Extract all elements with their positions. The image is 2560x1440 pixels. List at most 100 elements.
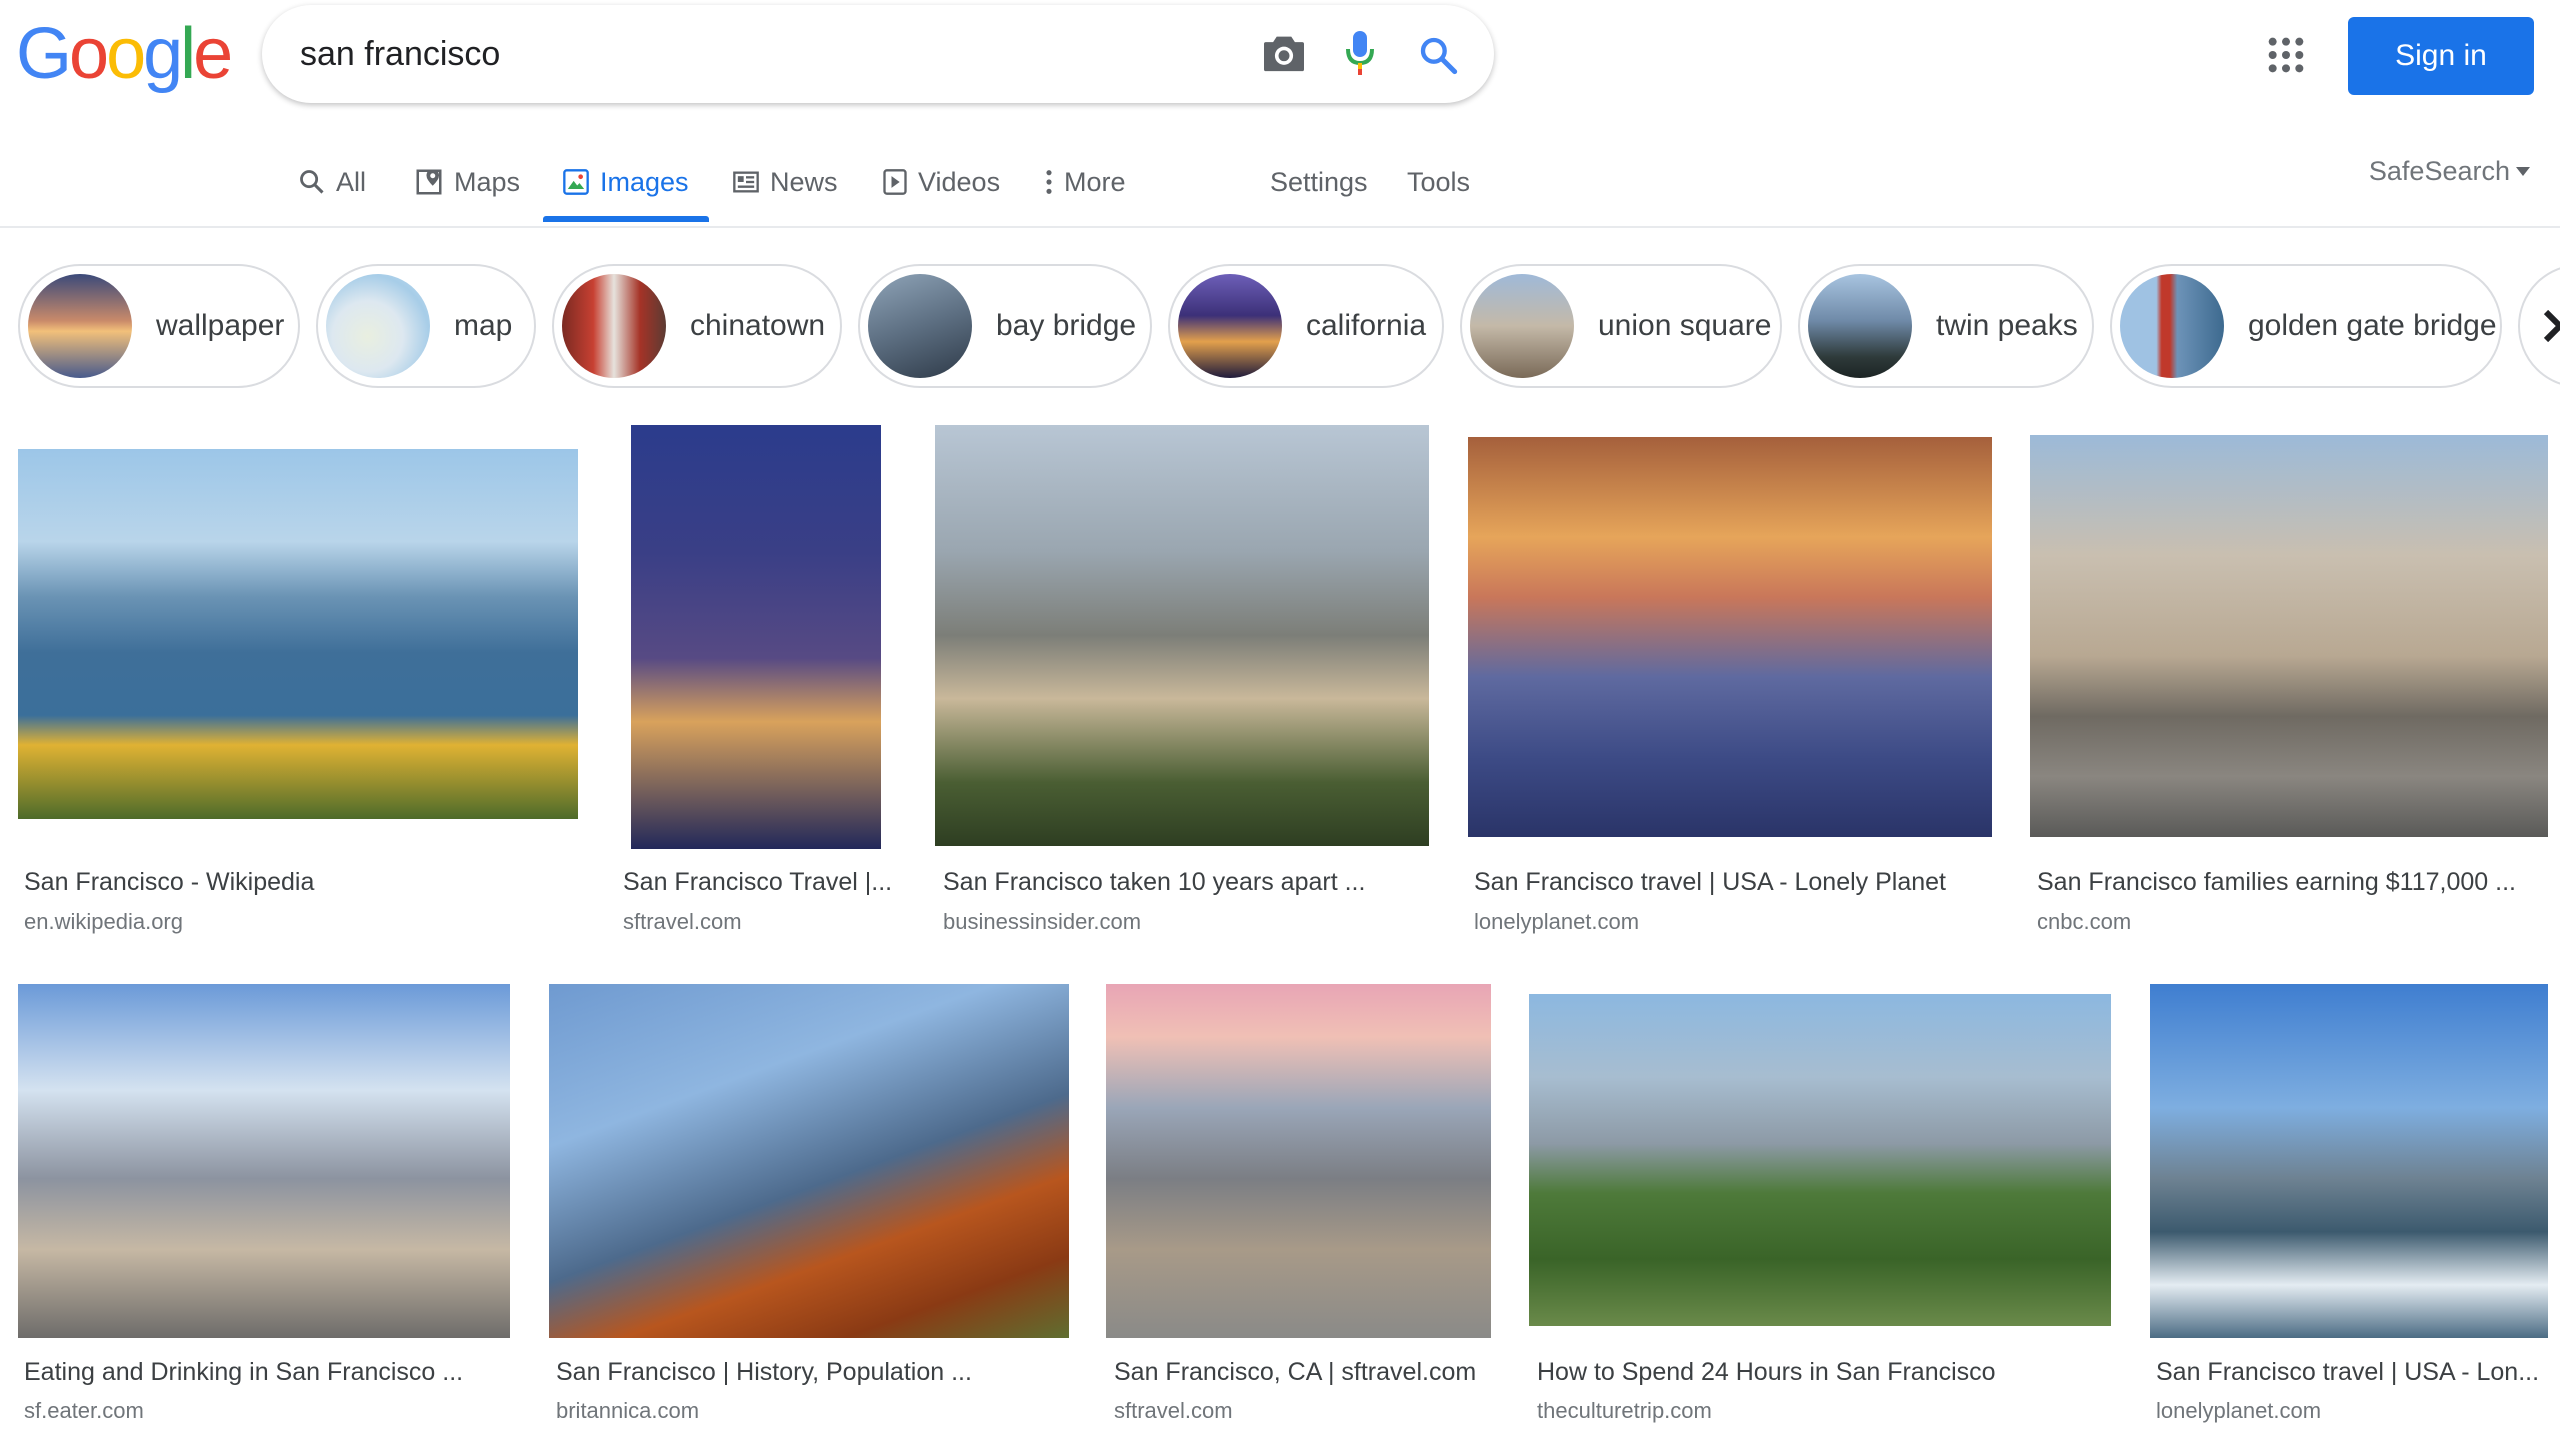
tab-news[interactable]: News — [732, 160, 838, 204]
image-icon — [563, 169, 589, 195]
tab-more[interactable]: More — [1044, 160, 1126, 204]
chip-golden-gate-bridge[interactable]: golden gate bridge — [2110, 264, 2502, 388]
tab-label: Maps — [454, 166, 521, 197]
safesearch-dropdown[interactable]: SafeSearch — [2369, 156, 2530, 187]
tab-label: Images — [600, 166, 689, 197]
image-result[interactable]: San Francisco travel | USA - Lonely Plan… — [1468, 425, 1992, 955]
result-title[interactable]: Eating and Drinking in San Francisco ... — [24, 1358, 463, 1387]
image-result[interactable]: San Francisco Travel |... sftravel.com — [623, 425, 899, 955]
logo-letter: e — [193, 14, 233, 94]
logo-letter: g — [143, 14, 183, 94]
google-logo[interactable]: Google — [16, 14, 233, 94]
result-source[interactable]: en.wikipedia.org — [24, 909, 183, 935]
chip-thumbnail — [2120, 274, 2224, 378]
chip-thumbnail — [562, 274, 666, 378]
result-image[interactable] — [2030, 435, 2548, 837]
image-result[interactable]: San Francisco, CA | sftravel.com sftrave… — [1106, 984, 1491, 1434]
result-source[interactable]: sftravel.com — [1114, 1398, 1233, 1424]
chip-thumbnail — [28, 274, 132, 378]
logo-letter: l — [180, 14, 196, 94]
camera-icon[interactable] — [1262, 33, 1306, 73]
chip-chinatown[interactable]: chinatown — [552, 264, 842, 388]
result-source[interactable]: theculturetrip.com — [1537, 1398, 1712, 1424]
logo-letter: o — [106, 14, 146, 94]
tools-label: Tools — [1407, 166, 1471, 197]
search-box[interactable]: san francisco — [262, 5, 1494, 103]
result-source[interactable]: sf.eater.com — [24, 1398, 144, 1424]
image-result[interactable]: How to Spend 24 Hours in San Francisco t… — [1529, 984, 2111, 1434]
chip-california[interactable]: california — [1168, 264, 1444, 388]
result-source[interactable]: cnbc.com — [2037, 909, 2131, 935]
tab-videos[interactable]: Videos — [882, 160, 1000, 204]
result-image[interactable] — [1106, 984, 1491, 1338]
more-vertical-icon — [1046, 170, 1052, 194]
result-title[interactable]: San Francisco Travel |... — [623, 868, 892, 897]
result-source[interactable]: britannica.com — [556, 1398, 699, 1424]
settings-link[interactable]: Settings — [1270, 160, 1368, 204]
map-pin-icon — [416, 169, 442, 195]
chip-label: california — [1306, 309, 1427, 342]
chip-thumbnail — [326, 274, 430, 378]
image-result[interactable]: San Francisco - Wikipedia en.wikipedia.o… — [18, 425, 578, 955]
logo-letter: G — [16, 14, 72, 94]
result-title[interactable]: San Francisco | History, Population ... — [556, 1358, 972, 1387]
result-source[interactable]: sftravel.com — [623, 909, 742, 935]
result-source[interactable]: lonelyplanet.com — [2156, 1398, 2321, 1424]
microphone-icon[interactable] — [1345, 29, 1375, 77]
safesearch-label: SafeSearch — [2368, 156, 2510, 186]
news-icon — [733, 171, 759, 193]
tab-label: Videos — [918, 166, 1001, 197]
chip-union-square[interactable]: union square — [1460, 264, 1782, 388]
result-title[interactable]: San Francisco families earning $117,000 … — [2037, 868, 2516, 897]
result-title[interactable]: San Francisco travel | USA - Lon... — [2156, 1358, 2539, 1387]
chip-label: wallpaper — [156, 309, 285, 342]
result-image[interactable] — [18, 449, 578, 819]
image-result[interactable]: Eating and Drinking in San Francisco ...… — [18, 984, 510, 1434]
tab-images[interactable]: Images — [562, 160, 689, 204]
result-title[interactable]: San Francisco - Wikipedia — [24, 868, 314, 897]
play-icon — [883, 169, 907, 195]
chip-map[interactable]: map — [316, 264, 536, 388]
result-image[interactable] — [935, 425, 1429, 846]
image-result[interactable]: San Francisco families earning $117,000 … — [2030, 425, 2548, 955]
result-source[interactable]: businessinsider.com — [943, 909, 1141, 935]
result-title[interactable]: San Francisco travel | USA - Lonely Plan… — [1474, 868, 1946, 897]
result-title[interactable]: San Francisco taken 10 years apart ... — [943, 868, 1365, 897]
sign-in-button[interactable]: Sign in — [2348, 17, 2534, 95]
result-source[interactable]: lonelyplanet.com — [1474, 909, 1639, 935]
chip-wallpaper[interactable]: wallpaper — [18, 264, 300, 388]
result-image[interactable] — [549, 984, 1069, 1338]
image-result[interactable]: San Francisco | History, Population ... … — [549, 984, 1069, 1434]
result-image[interactable] — [1529, 994, 2111, 1326]
chip-label: golden gate bridge — [2248, 309, 2497, 342]
chip-label: chinatown — [690, 309, 826, 342]
chip-thumbnail — [868, 274, 972, 378]
tools-link[interactable]: Tools — [1407, 160, 1470, 204]
search-input[interactable]: san francisco — [300, 35, 500, 74]
image-result[interactable]: San Francisco travel | USA - Lon... lone… — [2150, 984, 2548, 1434]
search-icon — [300, 170, 324, 194]
chip-label: union square — [1598, 309, 1772, 342]
result-image[interactable] — [1468, 437, 1992, 837]
chip-bay-bridge[interactable]: bay bridge — [858, 264, 1152, 388]
image-result[interactable]: San Francisco taken 10 years apart ... b… — [935, 425, 1429, 955]
result-image[interactable] — [631, 425, 881, 849]
result-image[interactable] — [18, 984, 510, 1338]
chips-next-button[interactable] — [2518, 264, 2560, 388]
tab-maps[interactable]: Maps — [414, 160, 520, 204]
chip-thumbnail — [1178, 274, 1282, 378]
result-title[interactable]: San Francisco, CA | sftravel.com — [1114, 1358, 1476, 1387]
chip-thumbnail — [1808, 274, 1912, 378]
caret-down-icon — [2516, 166, 2530, 176]
tab-label: All — [336, 166, 367, 197]
search-icon[interactable] — [1418, 35, 1458, 75]
chip-label: map — [454, 309, 513, 342]
apps-grid-icon[interactable] — [2266, 35, 2306, 75]
settings-label: Settings — [1270, 166, 1368, 197]
tab-all[interactable]: All — [298, 160, 366, 204]
chip-twin-peaks[interactable]: twin peaks — [1798, 264, 2094, 388]
active-tab-indicator — [543, 216, 709, 222]
result-image[interactable] — [2150, 984, 2548, 1338]
search-tabs: All Maps Images News Videos More Setting… — [0, 140, 2560, 226]
result-title[interactable]: How to Spend 24 Hours in San Francisco — [1537, 1358, 1996, 1387]
